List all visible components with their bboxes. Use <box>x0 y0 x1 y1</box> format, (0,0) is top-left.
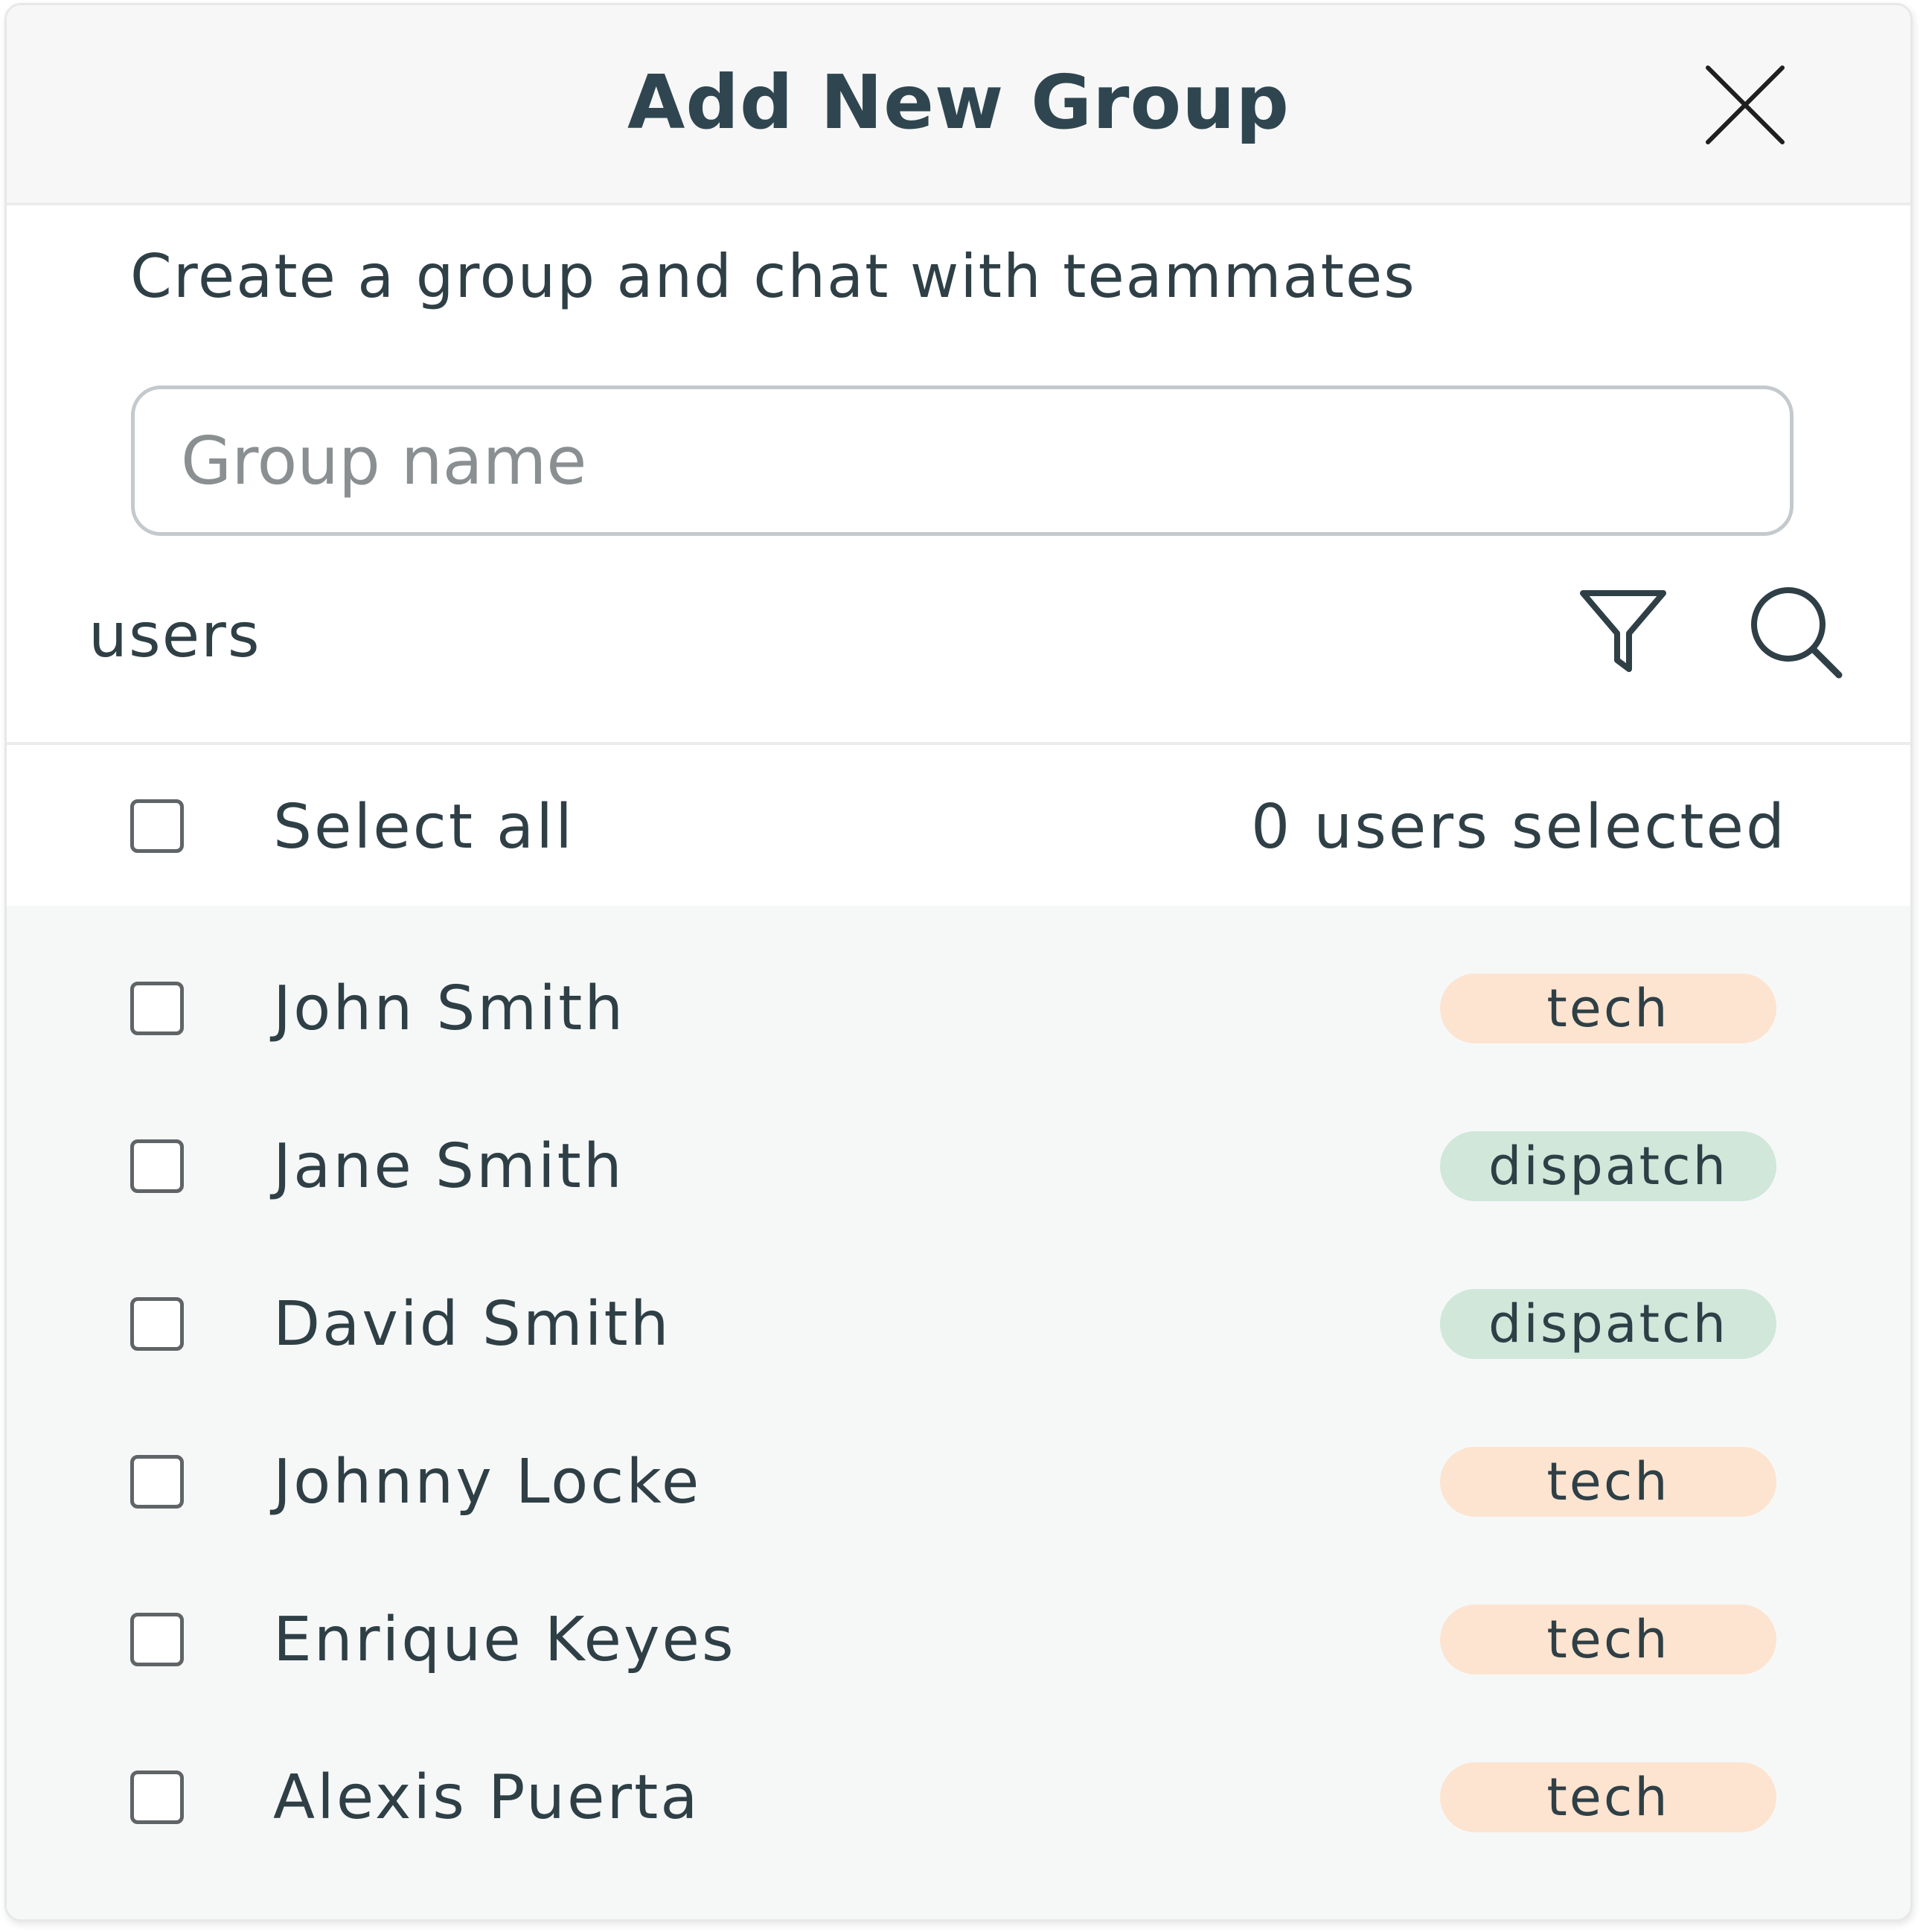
filter-button[interactable] <box>1577 586 1669 678</box>
user-row[interactable]: John Smith tech <box>7 906 1910 1063</box>
role-badge: tech <box>1440 1762 1776 1832</box>
user-checkbox[interactable] <box>130 1613 184 1666</box>
user-row[interactable]: Jane Smith dispatch <box>7 1063 1910 1221</box>
user-name: Enrique Keyes <box>273 1605 736 1675</box>
user-row[interactable]: David Smith dispatch <box>7 1221 1910 1379</box>
group-name-input[interactable] <box>131 386 1794 536</box>
role-badge: tech <box>1440 973 1776 1043</box>
role-badge: tech <box>1440 1605 1776 1674</box>
user-row[interactable]: Enrique Keyes tech <box>7 1537 1910 1695</box>
user-name: Alexis Puerta <box>273 1762 700 1833</box>
users-section-label: users <box>89 601 261 671</box>
selected-count: 0 users selected <box>1250 792 1787 863</box>
select-all-label: Select all <box>273 792 575 863</box>
user-row[interactable]: Johnny Locke tech <box>7 1379 1910 1537</box>
search-magnifier-icon <box>1751 587 1843 679</box>
user-list: John Smith tech Jane Smith dispatch Davi… <box>7 906 1910 1919</box>
add-group-modal: Add New Group Create a group and chat wi… <box>4 3 1913 1922</box>
role-badge: dispatch <box>1440 1289 1776 1359</box>
user-name: Johnny Locke <box>273 1447 702 1517</box>
user-name: David Smith <box>273 1289 671 1360</box>
select-all-checkbox[interactable] <box>130 799 184 853</box>
modal-header: Add New Group <box>7 5 1910 205</box>
user-checkbox[interactable] <box>130 1297 184 1351</box>
user-checkbox[interactable] <box>130 982 184 1035</box>
role-badge: tech <box>1440 1447 1776 1517</box>
close-button[interactable] <box>1703 63 1787 147</box>
filter-funnel-icon <box>1580 590 1666 672</box>
search-button[interactable] <box>1748 584 1845 681</box>
user-row[interactable]: Alexis Puerta tech <box>7 1695 1910 1852</box>
user-name: Jane Smith <box>273 1131 624 1202</box>
user-name: John Smith <box>273 973 626 1044</box>
user-checkbox[interactable] <box>130 1139 184 1193</box>
modal-title: Add New Group <box>627 59 1290 146</box>
select-all-row: Select all 0 users selected <box>7 745 1910 906</box>
user-checkbox[interactable] <box>130 1771 184 1824</box>
modal-subtitle: Create a group and chat with teammates <box>130 242 1416 311</box>
role-badge: dispatch <box>1440 1131 1776 1201</box>
user-checkbox[interactable] <box>130 1455 184 1509</box>
close-icon <box>1706 65 1785 144</box>
